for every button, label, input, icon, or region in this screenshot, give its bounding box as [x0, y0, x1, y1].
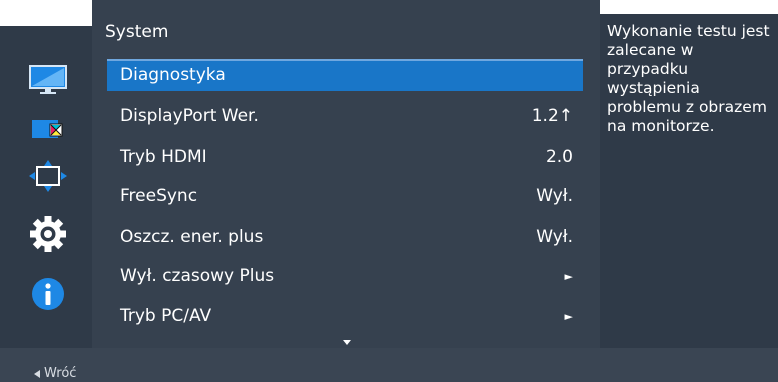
- menu-item-value: 2.0: [545, 147, 573, 167]
- menu-item-wyl-czasowy-plus[interactable]: Wył. czasowy Plus ►: [107, 260, 583, 292]
- menu-item-label: Oszcz. ener. plus: [120, 227, 264, 247]
- menu-item-value: 1.2↑: [531, 106, 573, 126]
- menu-title: System: [105, 22, 169, 42]
- top-right-margin: [600, 0, 778, 14]
- menu-item-freesync[interactable]: FreeSync Wył.: [107, 180, 583, 212]
- menu-item-label: Tryb HDMI: [120, 147, 207, 167]
- menu-item-label: Diagnostyka: [120, 65, 226, 85]
- menu-item-value: Wył.: [536, 186, 573, 206]
- osd-frame: System Diagnostyka DisplayPort Wer. 1.2↑…: [0, 0, 778, 382]
- menu-item-displayport[interactable]: DisplayPort Wer. 1.2↑: [107, 100, 583, 132]
- menu-item-label: Wył. czasowy Plus: [120, 266, 275, 286]
- menu-item-tryb-pc-av[interactable]: Tryb PC/AV ►: [107, 300, 583, 332]
- back-label: Wróć: [44, 366, 77, 381]
- scroll-down-icon[interactable]: [343, 340, 351, 345]
- menu-item-label: DisplayPort Wer.: [120, 106, 259, 126]
- menu-item-value: Wył.: [536, 227, 573, 247]
- sidebar: [0, 26, 92, 348]
- resize-icon[interactable]: [24, 156, 72, 196]
- help-panel: Wykonanie testu jest zalecane w przypadk…: [600, 14, 778, 348]
- menu-item-label: Tryb PC/AV: [120, 306, 212, 326]
- info-icon[interactable]: [24, 274, 72, 314]
- back-arrow-icon: [34, 369, 40, 378]
- gear-icon[interactable]: [24, 214, 72, 254]
- monitor-icon[interactable]: [24, 60, 72, 100]
- color-icon[interactable]: [24, 110, 72, 150]
- back-button[interactable]: Wróć: [34, 366, 76, 381]
- top-left-margin: [0, 0, 92, 26]
- chevron-right-icon: ►: [564, 310, 573, 323]
- menu-item-label: FreeSync: [120, 186, 198, 206]
- menu-item-tryb-hdmi[interactable]: Tryb HDMI 2.0: [107, 141, 583, 173]
- menu-item-oszcz-ener-plus[interactable]: Oszcz. ener. plus Wył.: [107, 221, 583, 253]
- menu-item-diagnostyka[interactable]: Diagnostyka: [107, 59, 583, 91]
- help-text: Wykonanie testu jest zalecane w przypadk…: [607, 22, 770, 135]
- bottom-bar: Wróć: [0, 348, 778, 382]
- system-menu: System Diagnostyka DisplayPort Wer. 1.2↑…: [92, 0, 600, 348]
- chevron-right-icon: ►: [564, 270, 573, 283]
- selection-highlight-edge: [107, 59, 583, 61]
